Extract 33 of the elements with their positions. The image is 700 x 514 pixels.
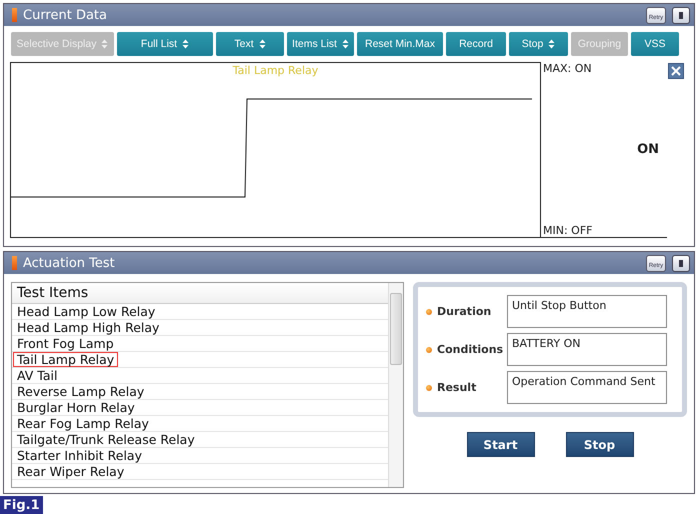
figure-label: Fig.1 [0,496,43,514]
list-item[interactable]: Tailgate/Trunk Release Relay [13,432,199,447]
panel-title: Current Data [23,8,108,22]
max-label: MAX: ON [543,62,593,75]
list-item[interactable]: Tail Lamp Relay [13,352,118,367]
toolbar-button[interactable]: Text [216,32,284,56]
action-button[interactable]: Start [466,432,534,457]
list-item[interactable]: Rear Fog Lamp Relay [13,416,153,431]
list-item[interactable]: Rear Wiper Relay [13,464,128,479]
toolbar-button[interactable]: Items List [287,32,354,56]
action-button[interactable]: Stop [566,432,634,457]
value-field: BATTERY ON [507,333,667,366]
toolbar-button[interactable]: Reset Min.Max [357,32,443,56]
toolbar-button[interactable]: Full List [117,32,213,56]
panel-title: Actuation Test [23,256,116,270]
field-label: Result [437,381,478,394]
field-label: Conditions [437,343,504,356]
toolbar-button[interactable]: VSS [631,32,679,56]
list-item[interactable]: AV Tail [13,368,62,383]
list-item[interactable]: Front Fog Lamp [13,336,118,351]
list-item[interactable]: Reverse Lamp Relay [13,384,148,399]
toolbar-button[interactable]: Record [446,32,506,56]
list-item[interactable]: Burglar Horn Relay [13,400,139,415]
min-label: MIN: OFF [543,224,594,237]
value-field: Until Stop Button [507,295,667,328]
list-item[interactable]: Starter Inhibit Relay [13,448,146,463]
list-item[interactable]: Head Lamp High Relay [13,320,164,335]
field-label: Duration [437,305,492,318]
value-field: Operation Command Sent [507,371,667,404]
current-value: ON [637,142,659,157]
toolbar-button[interactable]: Stop [509,32,568,56]
list-item[interactable]: Head Lamp Low Relay [13,304,160,319]
graph-title: Tail Lamp Relay [232,64,320,77]
